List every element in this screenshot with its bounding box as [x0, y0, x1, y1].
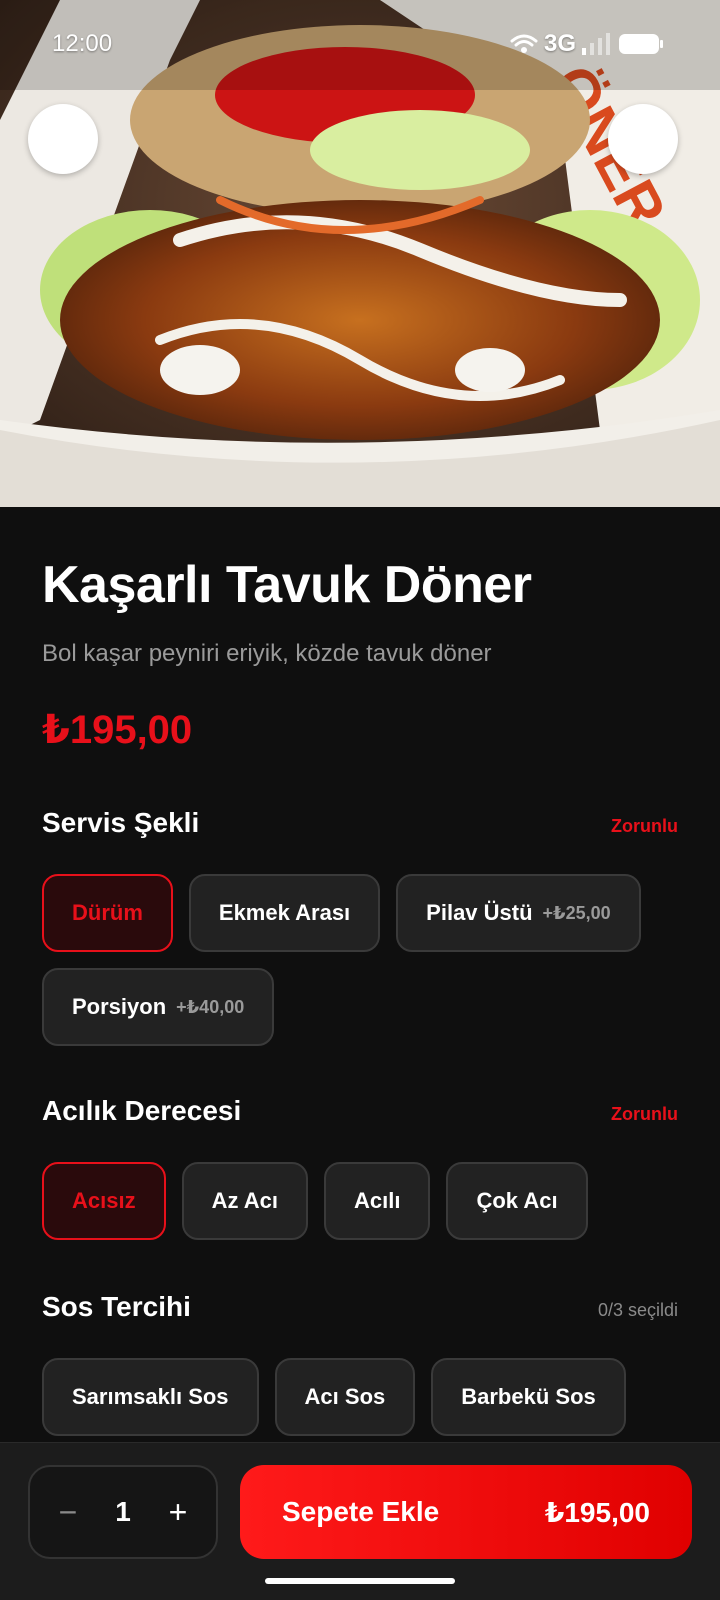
option-label: Acılı: [354, 1188, 401, 1213]
section-serving-title: Servis Şekli: [42, 807, 200, 838]
option-label: Sarımsaklı Sos: [72, 1384, 229, 1409]
hero-image: ÖNER 12:00 3G: [0, 0, 720, 507]
product-title: Kaşarlı Tavuk Döner: [42, 556, 532, 614]
add-to-cart-button[interactable]: Sepete Ekle ₺195,00: [240, 1465, 692, 1559]
section-spice-header: Acılık Derecesi Zorunlu: [42, 1095, 678, 1127]
selection-count: 0/3 seçildi: [597, 1300, 678, 1320]
option-cok-aci[interactable]: Çok Acı: [446, 1162, 588, 1240]
option-label: Acı Sos: [304, 1384, 386, 1409]
status-icons: 3G: [510, 30, 664, 58]
option-pilav-ustu[interactable]: Pilav Üstü +₺25,00: [396, 874, 641, 952]
section-spice-title: Acılık Derecesi: [42, 1095, 242, 1126]
signal-icon: [582, 33, 610, 55]
option-label: Porsiyon: [72, 994, 167, 1019]
quantity-stepper: − 1 +: [28, 1465, 218, 1559]
status-bar: 12:00 3G: [0, 0, 720, 90]
status-time: 12:00: [52, 30, 113, 57]
required-badge: Zorunlu: [611, 1104, 678, 1124]
network-label: 3G: [543, 30, 576, 57]
wifi-icon: [510, 34, 538, 53]
option-durum[interactable]: Dürüm: [42, 874, 173, 952]
option-label: Pilav Üstü: [426, 900, 533, 925]
option-label: Ekmek Arası: [218, 900, 351, 925]
option-sarimsakli-sos[interactable]: Sarımsaklı Sos: [42, 1358, 259, 1436]
back-button[interactable]: [28, 104, 98, 174]
option-ekmek-arasi[interactable]: Ekmek Arası: [188, 874, 381, 952]
home-indicator[interactable]: [265, 1578, 455, 1584]
heart-icon: [629, 126, 657, 152]
option-label: Çok Acı: [476, 1188, 558, 1213]
option-az-aci[interactable]: Az Acı: [181, 1162, 309, 1240]
section-serving-header: Servis Şekli Zorunlu: [42, 807, 678, 839]
increase-quantity-button[interactable]: +: [162, 1494, 194, 1530]
product-price: ₺195,00: [42, 708, 193, 752]
option-aci-sos[interactable]: Acı Sos: [274, 1358, 416, 1436]
required-badge: Zorunlu: [611, 816, 678, 836]
product-description: Bol kaşar peyniri eriyik, közde tavuk dö…: [42, 640, 492, 667]
serving-options: Dürüm Ekmek Arası Pilav Üstü +₺25,00 Por…: [42, 874, 678, 1046]
option-acili[interactable]: Acılı: [324, 1162, 431, 1240]
sauce-options: Sarımsaklı Sos Acı Sos Barbekü Sos: [42, 1358, 678, 1436]
section-sauce-header: Sos Tercihi 0/3 seçildi: [42, 1291, 678, 1323]
option-label: Barbekü Sos: [461, 1384, 596, 1409]
section-sauce-title: Sos Tercihi: [42, 1291, 191, 1322]
option-label: Acısız: [72, 1188, 136, 1213]
option-porsiyon[interactable]: Porsiyon +₺40,00: [42, 968, 275, 1046]
decrease-quantity-button[interactable]: −: [52, 1494, 84, 1530]
add-to-cart-price: ₺195,00: [544, 1496, 650, 1528]
option-barbeku-sos[interactable]: Barbekü Sos: [431, 1358, 626, 1436]
battery-icon: [619, 34, 663, 54]
quantity-value: 1: [115, 1496, 131, 1527]
option-extra-price: +₺25,00: [542, 902, 611, 923]
bottom-action-bar: − 1 + Sepete Ekle ₺195,00: [0, 1442, 720, 1600]
option-extra-price: +₺40,00: [176, 996, 245, 1017]
option-label: Dürüm: [72, 900, 143, 925]
option-label: Az Acı: [211, 1188, 279, 1213]
chevron-left-icon: [56, 129, 68, 149]
spice-options: Acısız Az Acı Acılı Çok Acı: [42, 1162, 678, 1240]
favorite-button[interactable]: [608, 104, 678, 174]
add-to-cart-label: Sepete Ekle: [282, 1496, 440, 1527]
option-acisiz[interactable]: Acısız: [42, 1162, 166, 1240]
